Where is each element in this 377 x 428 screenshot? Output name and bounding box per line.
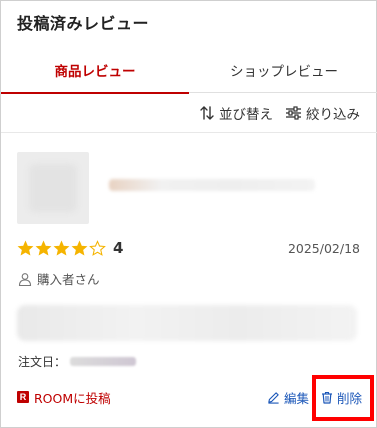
product-thumbnail[interactable] [17, 152, 89, 224]
page-title: 投稿済みレビュー [17, 14, 150, 33]
filter-label: 絞り込み [306, 107, 360, 123]
star-icon [71, 240, 88, 256]
reviewer-name: 購入者さん [37, 272, 100, 287]
pencil-icon [268, 391, 279, 404]
sort-arrows-icon [200, 106, 214, 120]
post-to-room-label: ROOMに投稿 [34, 390, 111, 406]
product-title-blurred[interactable] [109, 179, 315, 191]
edit-label: 編集 [284, 390, 310, 406]
sort-button[interactable]: 並び替え [199, 93, 273, 133]
user-icon [18, 272, 32, 286]
tab-shop-review[interactable]: ショップレビュー [190, 51, 377, 93]
filter-button[interactable]: 絞り込み [285, 93, 360, 133]
star-icon [53, 240, 70, 256]
order-date-value-blurred [70, 357, 137, 366]
star-icon [35, 240, 52, 256]
star-rating: 4 [17, 239, 123, 257]
edit-button[interactable]: 編集 [267, 385, 309, 409]
delete-highlight-box [312, 375, 374, 421]
room-logo-icon: R [17, 391, 29, 403]
review-date: 2025/02/18 [287, 241, 360, 256]
reviewer: 購入者さん [18, 269, 100, 288]
toolbar: 並び替え 絞り込み [1, 93, 377, 133]
review-card-frame: 投稿済みレビュー 商品レビュー ショップレビュー 並び替え 絞り込み 4 202… [0, 0, 377, 428]
tab-product-review[interactable]: 商品レビュー [1, 51, 189, 94]
sliders-icon [286, 106, 301, 120]
product-thumbnail-blurred [29, 164, 77, 212]
order-date-label: 注文日： [18, 355, 67, 369]
sort-label: 並び替え [219, 107, 273, 123]
review-comment-blurred [17, 305, 357, 341]
star-empty-icon [89, 239, 106, 256]
review-tabs: 商品レビュー ショップレビュー [1, 51, 377, 94]
rating-value: 4 [113, 239, 124, 257]
order-date: 注文日： [18, 353, 137, 370]
post-to-room-button[interactable]: R ROOMに投稿 [17, 385, 111, 409]
star-icon [17, 240, 34, 256]
